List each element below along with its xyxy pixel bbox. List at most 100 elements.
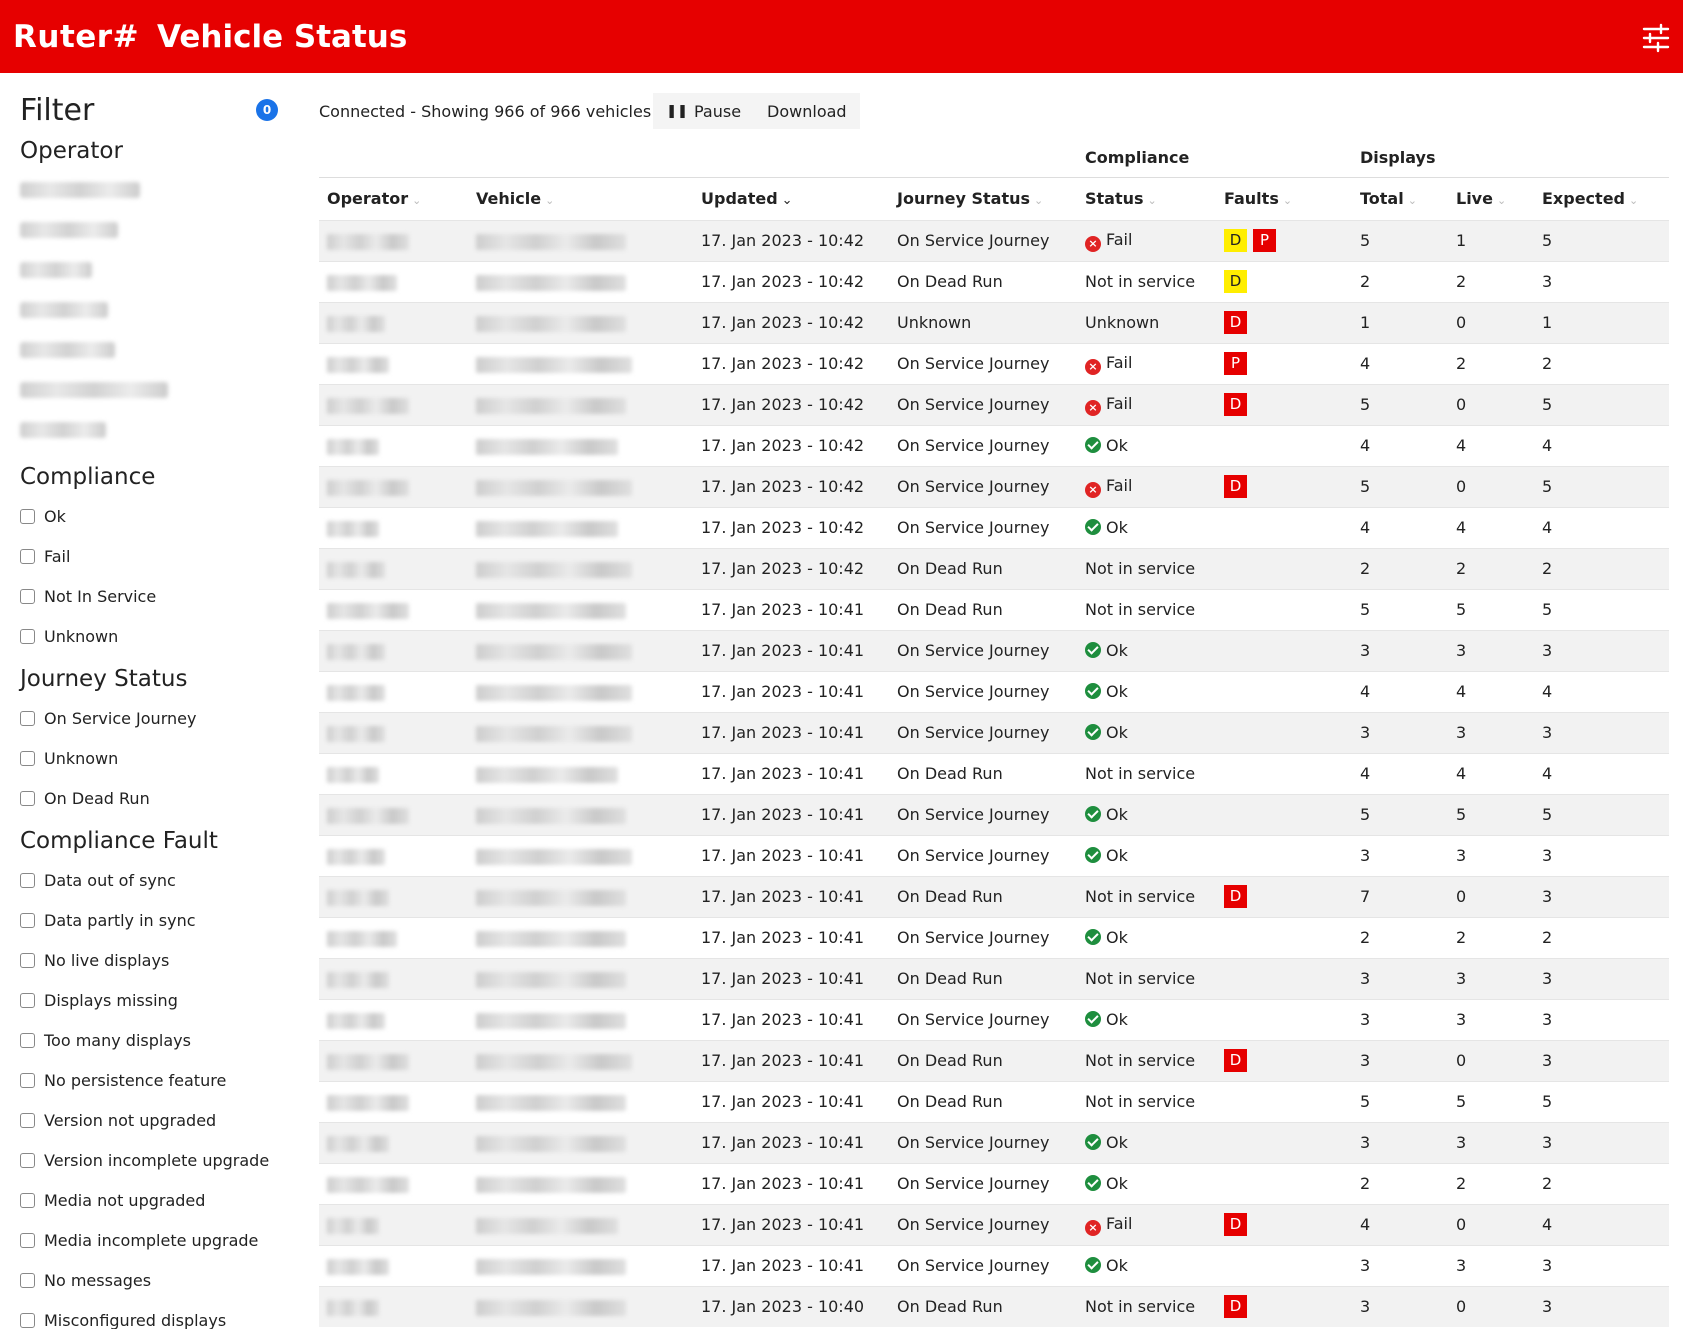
journey-filter-item[interactable]: On Dead Run xyxy=(20,778,300,818)
table-row[interactable]: 17. Jan 2023 - 10:41 On Dead Run Not in se… xyxy=(319,957,1669,999)
table-row[interactable]: 17. Jan 2023 - 10:41 On Dead Run Not in se… xyxy=(319,875,1669,917)
table-row[interactable]: 17. Jan 2023 - 10:41 On Service Journey Ok… xyxy=(319,629,1669,671)
fault-filter-item[interactable]: Version incomplete upgrade xyxy=(20,1140,300,1180)
checkbox[interactable] xyxy=(20,992,35,1008)
table-row[interactable]: 17. Jan 2023 - 10:42 On Service Journey Ok… xyxy=(319,506,1669,548)
fault-filter-item[interactable]: Media incomplete upgrade xyxy=(20,1220,300,1260)
checkbox[interactable] xyxy=(20,1232,35,1248)
checkbox[interactable] xyxy=(20,1112,35,1128)
operator-filter-item[interactable] xyxy=(20,210,300,250)
cell-updated: 17. Jan 2023 - 10:42 xyxy=(693,547,889,589)
table-row[interactable]: 17. Jan 2023 - 10:42 On Service Journey × F… xyxy=(319,342,1669,384)
cell-faults xyxy=(1216,424,1352,466)
operator-filter-item[interactable] xyxy=(20,330,300,370)
checkbox[interactable] xyxy=(20,750,35,766)
col-header-total[interactable]: Total ⌄ xyxy=(1352,176,1448,220)
download-button[interactable]: Download xyxy=(754,93,860,129)
checkbox[interactable] xyxy=(20,1272,35,1288)
col-header-expected[interactable]: Expected ⌄ xyxy=(1534,176,1669,220)
table-row[interactable]: 17. Jan 2023 - 10:41 On Dead Run Not in se… xyxy=(319,1080,1669,1122)
operator-filter-item[interactable] xyxy=(20,290,300,330)
compliance-filter-item[interactable]: Unknown xyxy=(20,616,300,656)
col-header-journey-status[interactable]: Journey Status ⌄ xyxy=(889,176,1077,220)
col-header-updated[interactable]: Updated ⌄ xyxy=(693,176,889,220)
fault-filter-item[interactable]: No messages xyxy=(20,1260,300,1300)
operator-filter-item[interactable] xyxy=(20,170,300,210)
fault-filter-item[interactable]: No live displays xyxy=(20,940,300,980)
fault-filter-item[interactable]: Data partly in sync xyxy=(20,900,300,940)
table-row[interactable]: 17. Jan 2023 - 10:41 On Service Journey Ok… xyxy=(319,998,1669,1040)
cell-live: 2 xyxy=(1448,342,1534,384)
table-row[interactable]: 17. Jan 2023 - 10:42 Unknown Unknown D 1 0 1 xyxy=(319,301,1669,343)
cell-compliance-status: Ok xyxy=(1077,834,1216,876)
checkbox[interactable] xyxy=(20,790,35,806)
col-header-status[interactable]: Status ⌄ xyxy=(1077,176,1216,220)
table-row[interactable]: 17. Jan 2023 - 10:41 On Service Journey Ok… xyxy=(319,670,1669,712)
checkbox[interactable] xyxy=(20,1312,35,1328)
col-header-operator[interactable]: Operator ⌄ xyxy=(319,176,468,220)
fault-filter-item[interactable]: Displays missing xyxy=(20,980,300,1020)
fault-filter-item[interactable]: Version not upgraded xyxy=(20,1100,300,1140)
checkbox[interactable] xyxy=(20,508,35,524)
operator-filter-item[interactable] xyxy=(20,250,300,290)
checkbox[interactable] xyxy=(20,1192,35,1208)
checkbox[interactable] xyxy=(20,628,35,644)
table-row[interactable]: 17. Jan 2023 - 10:41 On Dead Run Not in se… xyxy=(319,588,1669,630)
journey-filter-item[interactable]: On Service Journey xyxy=(20,698,300,738)
checkbox[interactable] xyxy=(20,1072,35,1088)
table-row[interactable]: 17. Jan 2023 - 10:42 On Service Journey Ok… xyxy=(319,424,1669,466)
fault-filter-item[interactable]: Too many displays xyxy=(20,1020,300,1060)
table-row[interactable]: 17. Jan 2023 - 10:41 On Dead Run Not in se… xyxy=(319,752,1669,794)
table-row[interactable]: 17. Jan 2023 - 10:41 On Service Journey Ok… xyxy=(319,1121,1669,1163)
table-row[interactable]: 17. Jan 2023 - 10:42 On Service Journey × F… xyxy=(319,219,1669,261)
fault-filter-item[interactable]: Misconfigured displays xyxy=(20,1300,300,1329)
table-row[interactable]: 17. Jan 2023 - 10:42 On Service Journey × F… xyxy=(319,383,1669,425)
cell-vehicle xyxy=(468,670,693,712)
checkbox[interactable] xyxy=(20,1032,35,1048)
col-header-faults[interactable]: Faults ⌄ xyxy=(1216,176,1352,220)
cell-expected: 5 xyxy=(1534,383,1669,425)
checkbox[interactable] xyxy=(20,588,35,604)
table-row[interactable]: 17. Jan 2023 - 10:42 On Dead Run Not in se… xyxy=(319,547,1669,589)
fault-filter-label: Displays missing xyxy=(44,990,178,1010)
cell-operator xyxy=(319,1039,468,1081)
cell-faults xyxy=(1216,711,1352,753)
pause-button[interactable]: ❚❚ Pause xyxy=(653,93,755,129)
col-header-vehicle[interactable]: Vehicle ⌄ xyxy=(468,176,693,220)
table-row[interactable]: 17. Jan 2023 - 10:41 On Service Journey Ok… xyxy=(319,916,1669,958)
fault-filter-item[interactable]: Media not upgraded xyxy=(20,1180,300,1220)
table-row[interactable]: 17. Jan 2023 - 10:41 On Service Journey Ok… xyxy=(319,1162,1669,1204)
table-row[interactable]: 17. Jan 2023 - 10:41 On Service Journey Ok… xyxy=(319,834,1669,876)
cell-vehicle xyxy=(468,998,693,1040)
fault-filter-item[interactable]: Data out of sync xyxy=(20,860,300,900)
operator-filter-item[interactable] xyxy=(20,370,300,410)
checkbox[interactable] xyxy=(20,710,35,726)
checkbox[interactable] xyxy=(20,548,35,564)
filter-settings-icon[interactable] xyxy=(1641,23,1671,53)
cell-faults xyxy=(1216,957,1352,999)
col-header-live[interactable]: Live ⌄ xyxy=(1448,176,1534,220)
table-row[interactable]: 17. Jan 2023 - 10:41 On Service Journey Ok… xyxy=(319,711,1669,753)
table-row[interactable]: 17. Jan 2023 - 10:42 On Service Journey × F… xyxy=(319,465,1669,507)
table-row[interactable]: 17. Jan 2023 - 10:42 On Dead Run Not in se… xyxy=(319,260,1669,302)
operator-filter-item[interactable] xyxy=(20,410,300,450)
checkbox[interactable] xyxy=(20,872,35,888)
compliance-filter-item[interactable]: Ok xyxy=(20,496,300,536)
table-row[interactable]: 17. Jan 2023 - 10:41 On Service Journey Ok… xyxy=(319,793,1669,835)
checkbox[interactable] xyxy=(20,1152,35,1168)
checkbox[interactable] xyxy=(20,952,35,968)
fault-filter-item[interactable]: No persistence feature xyxy=(20,1060,300,1100)
compliance-filter-item[interactable]: Fail xyxy=(20,536,300,576)
redacted-vehicle xyxy=(476,274,626,291)
cell-journey-status: On Service Journey xyxy=(889,834,1077,876)
cell-updated: 17. Jan 2023 - 10:41 xyxy=(693,1162,889,1204)
compliance-filter-item[interactable]: Not In Service xyxy=(20,576,300,616)
journey-filter-label: Unknown xyxy=(44,748,119,768)
journey-filter-item[interactable]: Unknown xyxy=(20,738,300,778)
cell-journey-status: On Dead Run xyxy=(889,260,1077,302)
table-row[interactable]: 17. Jan 2023 - 10:41 On Service Journey Ok… xyxy=(319,1244,1669,1286)
table-row[interactable]: 17. Jan 2023 - 10:41 On Dead Run Not in se… xyxy=(319,1039,1669,1081)
table-row[interactable]: 17. Jan 2023 - 10:40 On Dead Run Not in se… xyxy=(319,1285,1669,1327)
table-row[interactable]: 17. Jan 2023 - 10:41 On Service Journey × F… xyxy=(319,1203,1669,1245)
checkbox[interactable] xyxy=(20,912,35,928)
